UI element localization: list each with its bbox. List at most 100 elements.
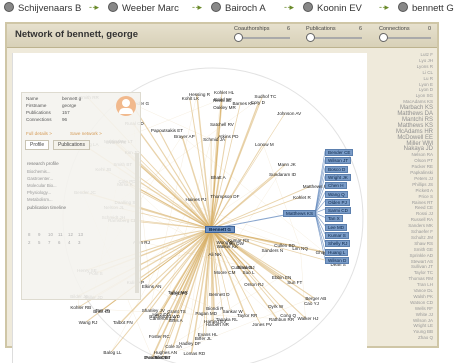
author-list-item[interactable]: Phillips JS — [412, 182, 433, 187]
slider-knob[interactable] — [306, 33, 315, 42]
graph-node[interactable]: Kohler RB — [70, 305, 91, 310]
center-node[interactable]: Bennett G — [205, 226, 235, 233]
author-list-item[interactable]: Packer RE — [411, 164, 433, 169]
graph-node[interactable]: Moore CM — [214, 270, 235, 275]
coauthorships-slider[interactable]: Coauthorships 6 — [234, 26, 290, 44]
author-list-item[interactable]: Lyon E — [419, 82, 433, 87]
graph-node[interactable]: Hadley DF — [179, 341, 201, 346]
author-list-item[interactable]: Sprinkle AD — [409, 253, 433, 258]
highlighted-node[interactable]: Kumar S — [325, 232, 349, 239]
graph-node[interactable]: Brick CJ — [93, 309, 110, 314]
graph-node[interactable]: Foster RC — [149, 334, 170, 339]
highlighted-node[interactable]: Tan X — [325, 215, 343, 222]
author-list-item[interactable]: Lyon D — [419, 87, 433, 92]
slider-knob[interactable] — [234, 33, 243, 42]
author-list-item[interactable]: Nelson RA — [411, 152, 433, 157]
author-list-item[interactable]: Thomas RM — [408, 276, 433, 281]
graph-node[interactable]: Walker KK — [217, 244, 239, 249]
breadcrumb-item-weeber[interactable]: - -▸Weeber Marc — [108, 2, 179, 14]
author-list-item[interactable]: Lutz F — [420, 52, 433, 57]
author-list-item[interactable]: Young BB — [413, 329, 433, 334]
author-list-item[interactable]: Reed CE — [415, 205, 433, 210]
author-list-item[interactable]: Wright LE — [413, 323, 433, 328]
author-list-item[interactable]: Stewart AS — [411, 259, 433, 264]
author-list-item[interactable]: Taylor TC — [414, 270, 433, 275]
graph-node[interactable]: Pagan MD — [195, 311, 217, 316]
graph-node[interactable]: Pearson AM — [145, 355, 170, 360]
graph-node[interactable]: Rutherford WD — [149, 314, 180, 319]
author-list-item[interactable]: Vance DL — [414, 288, 433, 293]
highlighted-node[interactable]: Chen H — [325, 182, 347, 189]
graph-node[interactable]: Schmid JA — [203, 137, 225, 142]
panel-scrollbar[interactable] — [135, 153, 139, 293]
author-list-item[interactable]: Lyon SG — [416, 93, 433, 98]
graph-node[interactable]: Kohlet HL — [214, 90, 234, 95]
graph-node[interactable]: Lomas RD — [183, 351, 205, 356]
highlighted-node[interactable]: Wang Q — [325, 191, 348, 198]
author-list-item[interactable]: Walsh PK — [413, 294, 433, 299]
author-list-item[interactable]: Tran LH — [417, 282, 433, 287]
author-list-item[interactable]: Olson PT — [414, 158, 433, 163]
highlighted-node[interactable]: Wilson D — [325, 257, 349, 264]
graph-node[interactable]: Ali NK — [208, 252, 221, 257]
connections-slider[interactable]: Connections 0 — [379, 26, 431, 44]
author-list-item[interactable]: Papkalinski — [410, 170, 433, 175]
author-list-item[interactable]: Wells RF — [415, 306, 433, 311]
graph-node[interactable]: Orson RJ — [244, 282, 263, 287]
author-list-item[interactable]: Smith GE — [414, 247, 433, 252]
save-network-link[interactable]: Save network > — [70, 131, 102, 136]
slider-knob[interactable] — [379, 33, 388, 42]
graph-node[interactable]: Bhatt A — [211, 175, 226, 180]
highlighted-node[interactable]: Lee MD — [325, 224, 347, 231]
graph-node[interactable]: Mann JK — [278, 162, 296, 167]
graph-node[interactable]: Sundaram ID — [269, 172, 296, 177]
graph-node[interactable]: Satchell RV — [210, 122, 234, 127]
author-list-item[interactable]: Price S — [418, 194, 433, 199]
graph-node[interactable]: Haines PJ — [186, 197, 207, 202]
graph-node[interactable]: Thompson DF — [210, 194, 239, 199]
graph-node[interactable]: Lonow M — [255, 142, 274, 147]
graph-node[interactable]: Talbot FN — [113, 320, 133, 325]
author-list-item[interactable]: Zhao Q — [418, 335, 433, 340]
graph-node[interactable]: Sudhof TC — [254, 94, 276, 99]
graph-node[interactable]: Kohlet R — [293, 195, 311, 200]
author-list-item[interactable]: Schaefer F — [411, 229, 433, 234]
publications-slider[interactable]: Publications 6 — [306, 26, 362, 44]
tab-publications[interactable]: Publications — [53, 140, 90, 150]
author-list-item[interactable]: Watson CD — [410, 300, 433, 305]
graph-node[interactable]: Oakley MR — [213, 105, 236, 110]
highlighted-node[interactable]: Matthews KS — [283, 210, 316, 217]
full-details-link[interactable]: Full details > — [26, 131, 52, 136]
graph-node[interactable]: Cultural G — [231, 265, 252, 270]
graph-node[interactable]: Papoutsakis ET — [151, 128, 183, 133]
author-list[interactable]: Lutz FLyo JHLyons RLi CLLu RLyon ELyon D… — [367, 52, 437, 344]
graph-node[interactable]: Walker HJ — [297, 316, 318, 321]
author-list-item[interactable]: White JJ — [416, 312, 433, 317]
highlighted-node[interactable]: Shelly RJ — [325, 240, 350, 247]
graph-node[interactable]: Sanders N — [261, 248, 283, 253]
author-list-item[interactable]: Raines RT — [412, 200, 433, 205]
graph-node[interactable]: Lim NQ — [292, 246, 308, 251]
graph-node[interactable]: Baird EF — [214, 97, 232, 102]
highlighted-node[interactable]: Huang L — [325, 249, 348, 256]
author-list-item[interactable]: Rossi JJ — [416, 211, 433, 216]
author-list-item[interactable]: MacAdams KS — [403, 99, 433, 104]
highlighted-node[interactable]: Sarmi CD — [325, 207, 351, 214]
graph-node[interactable]: Cory D — [251, 100, 265, 105]
highlighted-node[interactable]: Wright JK — [325, 174, 351, 181]
graph-node[interactable]: Jones PV — [252, 322, 272, 327]
author-list-item[interactable]: Shaw RS — [414, 241, 433, 246]
author-list-item[interactable]: Sullivan JT — [411, 264, 433, 269]
graph-node[interactable]: Balog LL — [103, 350, 121, 355]
graph-node[interactable]: Elkins AN — [142, 284, 162, 289]
graph-node[interactable]: Berger AB — [305, 296, 326, 301]
author-list-item[interactable]: Peters JJ — [414, 176, 433, 181]
author-list-item[interactable]: Sanders MK — [408, 223, 433, 228]
graph-node[interactable]: Bennett D — [209, 292, 229, 297]
graph-node[interactable]: Cong Q — [280, 313, 296, 318]
graph-node[interactable]: Ebbin EN — [272, 275, 291, 280]
tab-profile[interactable]: Profile — [25, 140, 49, 150]
graph-node[interactable]: Boyd PJ — [170, 291, 187, 296]
graph-node[interactable]: Sun FT — [287, 280, 302, 285]
breadcrumb-item-bairoch[interactable]: - -▸Bairoch A — [211, 2, 266, 14]
